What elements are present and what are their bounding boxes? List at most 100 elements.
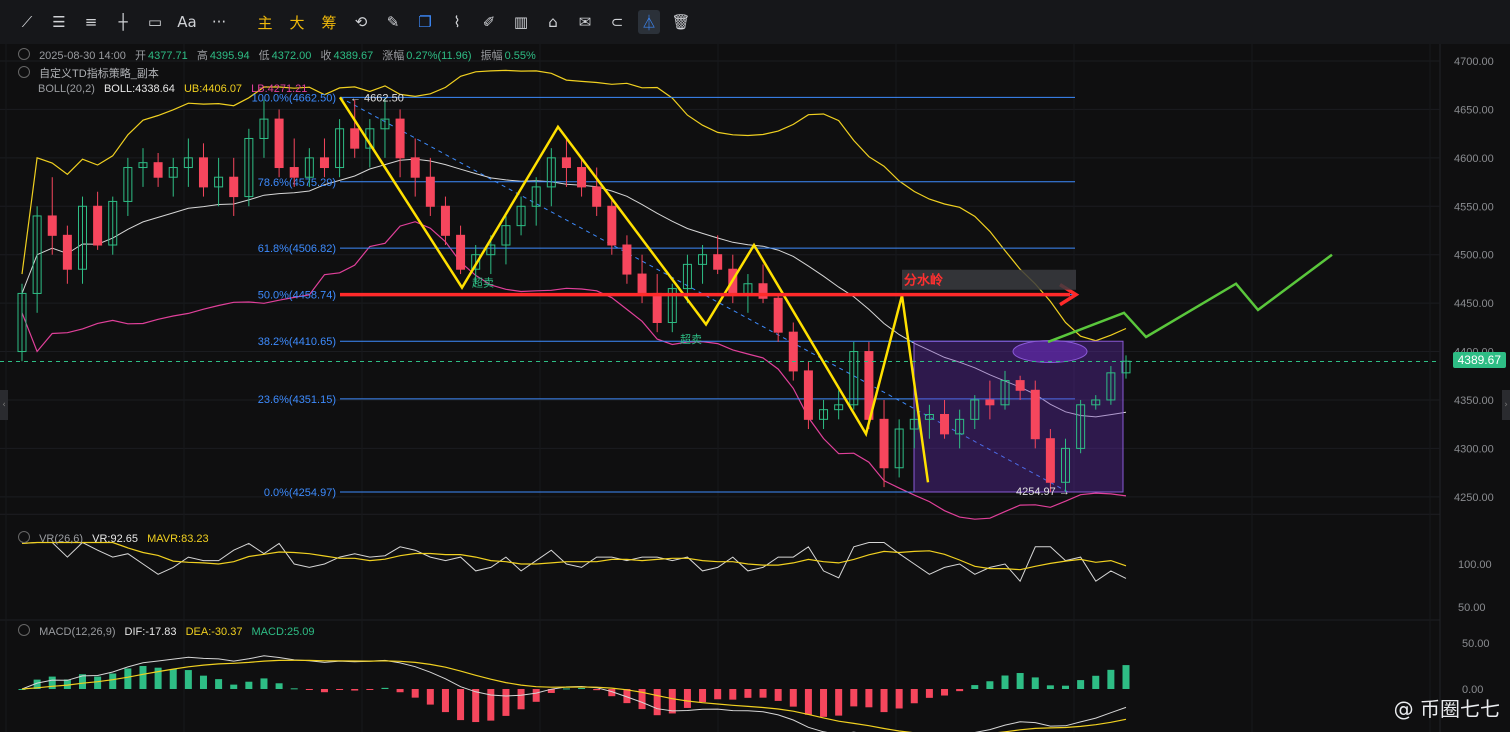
copy-icon[interactable]: ❐	[414, 10, 436, 34]
toolbar-label-2[interactable]: 大	[286, 10, 308, 34]
chg-label: 涨幅	[382, 50, 405, 62]
y-tick-label: 4300.00	[1454, 443, 1494, 455]
macd-bar	[441, 689, 449, 713]
fib-level-label: 23.6%(4351.15)	[258, 394, 336, 406]
macd-bar	[714, 689, 722, 700]
macd-bar	[1031, 677, 1039, 689]
hline-multi-icon[interactable]: ☰	[48, 10, 70, 34]
vr-legend[interactable]: VR(26,6) VR:92.65 MAVR:83.23	[18, 531, 215, 545]
candle-body	[879, 418, 889, 469]
magnet-icon[interactable]: ⊂	[606, 10, 628, 34]
candle-body	[622, 244, 632, 275]
vr-tick-label: 50.00	[1458, 602, 1486, 614]
y-tick-label: 4550.00	[1454, 201, 1494, 213]
high-value: 4395.94	[209, 50, 250, 62]
macd-bar	[562, 688, 570, 690]
left-collapse-handle[interactable]: ‹	[0, 390, 8, 420]
macd-bar	[804, 689, 812, 715]
macd-bar	[1092, 675, 1100, 689]
macd-bar	[820, 689, 828, 717]
target-ellipse	[1012, 340, 1088, 364]
strategy-legend[interactable]: 自定义TD指标策略_副本	[18, 65, 165, 81]
candle-body	[47, 215, 57, 236]
macd-bar	[336, 689, 344, 690]
close-value: 4389.67	[333, 50, 374, 62]
y-tick-label: 4450.00	[1454, 298, 1494, 310]
trash-icon[interactable]: 🗑	[670, 10, 692, 34]
macd-bar	[956, 689, 964, 692]
note-icon[interactable]: ✉	[574, 10, 596, 34]
macd-bar	[199, 675, 207, 689]
macd-bar	[457, 689, 465, 721]
macd-bar	[502, 689, 510, 716]
eye-icon[interactable]	[18, 66, 30, 78]
macd-bar	[320, 689, 328, 693]
lock-icon[interactable]: ⌂	[542, 10, 564, 34]
ohlc-legend: 2025-08-30 14:00 开 4377.71 高 4395.94 低 4372…	[18, 47, 542, 63]
boll-lb: LB:4271.21	[251, 83, 308, 95]
open-value: 4377.71	[147, 50, 188, 62]
ruler-icon[interactable]: ⌇	[446, 10, 468, 34]
eye-icon[interactable]	[18, 48, 30, 60]
macd-bar	[759, 689, 767, 698]
candle-body	[577, 167, 587, 188]
macd-bar	[1016, 673, 1024, 689]
boll-ub: UB:4406.07	[183, 83, 243, 95]
rectangle-tool-icon[interactable]: ▭	[144, 10, 166, 34]
right-collapse-handle[interactable]: ›	[1502, 390, 1510, 420]
macd-bar	[260, 678, 268, 689]
candle-body	[319, 157, 329, 169]
y-tick-label: 4650.00	[1454, 104, 1494, 116]
parallel-lines-icon[interactable]: ≡	[80, 10, 102, 34]
pen-slash-icon[interactable]: ✎	[382, 10, 404, 34]
macd-bar	[472, 689, 480, 723]
macd-bar	[941, 689, 949, 696]
macd-legend[interactable]: MACD(12,26,9) DIF:-17.83 DEA:-30.37 MACD…	[18, 624, 321, 638]
drawing-toolbar: ⟋ ☰ ≡ ┼ ▭ Aa ··· 主大筹 ⟲ ✎ ❐ ⌇ ✐ ▥ ⌂ ✉ ⊂ ⏃ 🗑	[0, 0, 1510, 45]
macd-bar	[245, 681, 253, 689]
macd-bar	[139, 665, 147, 689]
macd-bar	[230, 684, 238, 689]
candle-body	[607, 205, 617, 246]
candles-icon[interactable]: ▥	[510, 10, 532, 34]
candle-body	[788, 331, 798, 372]
macd-bar	[1077, 680, 1085, 689]
filter-icon[interactable]: ⏃	[638, 10, 660, 34]
candle-body	[803, 370, 813, 420]
macd-value: MACD:25.09	[251, 626, 315, 638]
macd-bar	[729, 689, 737, 700]
line-tool-icon[interactable]: ⟋	[16, 10, 38, 34]
candle-body	[773, 297, 783, 333]
cross-line-icon[interactable]: ┼	[112, 10, 134, 34]
fib-level-label: 50.0%(4458.74)	[258, 290, 336, 302]
macd-bar	[396, 689, 404, 693]
macd-bar	[487, 689, 495, 721]
more-tools-icon[interactable]: ···	[208, 10, 230, 34]
candle-body	[440, 205, 450, 236]
macd-bar	[381, 687, 389, 689]
macd-bar	[184, 670, 192, 689]
eye-icon[interactable]	[18, 531, 30, 543]
candle-body	[456, 234, 466, 270]
brush-icon[interactable]: ✐	[478, 10, 500, 34]
toolbar-label-3[interactable]: 筹	[318, 10, 340, 34]
sync-icon[interactable]: ⟲	[350, 10, 372, 34]
macd-bar	[290, 688, 298, 690]
low-label: 低	[258, 50, 270, 62]
vr-value: VR:92.65	[92, 533, 139, 545]
macd-bar	[517, 689, 525, 710]
candle-body	[93, 205, 103, 246]
macd-bar	[215, 679, 223, 689]
boll-legend[interactable]: BOLL(20,2) BOLL:4338.64 UB:4406.07 LB:42…	[38, 83, 313, 95]
eye-icon[interactable]	[18, 624, 30, 636]
watershed-label: 分水岭	[904, 273, 943, 289]
macd-bar	[971, 685, 979, 689]
y-tick-label: 4250.00	[1454, 492, 1494, 504]
candle-body	[395, 118, 405, 159]
toolbar-label-1[interactable]: 主	[254, 10, 276, 34]
candle-body	[637, 273, 647, 294]
amp-value: 0.55%	[504, 50, 536, 62]
candle-body	[1015, 380, 1025, 391]
candle-body	[274, 118, 284, 169]
text-tool-icon[interactable]: Aa	[176, 10, 198, 34]
